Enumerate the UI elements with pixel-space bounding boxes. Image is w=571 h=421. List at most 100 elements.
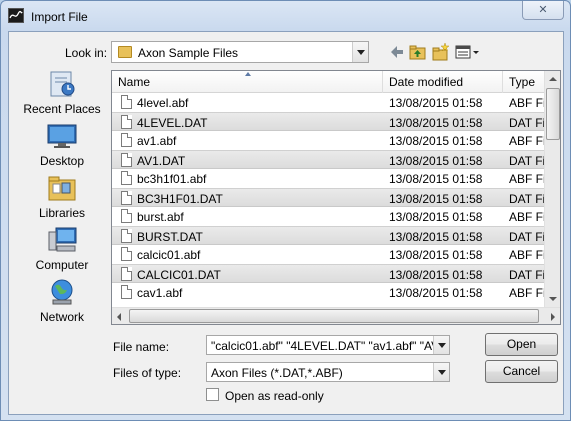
date-modified-cell: 13/08/2015 01:58	[389, 116, 483, 130]
scroll-down-icon[interactable]	[549, 297, 557, 301]
horizontal-scroll-thumb[interactable]	[129, 309, 539, 323]
window-title: Import File	[31, 10, 88, 24]
document-icon	[121, 267, 132, 281]
table-row[interactable]: cav1.abf 13/08/2015 01:58 ABF File	[112, 283, 544, 302]
date-modified-cell: 13/08/2015 01:58	[389, 230, 483, 244]
file-type-cell: DAT File	[509, 268, 544, 282]
chevron-down-icon[interactable]	[433, 336, 449, 354]
recent-places-icon	[47, 70, 77, 98]
column-header-date[interactable]: Date modified	[383, 71, 503, 93]
file-name-value[interactable]: "calcic01.abf" "4LEVEL.DAT" "av1.abf" "A…	[211, 339, 449, 353]
folder-icon	[118, 46, 132, 58]
scroll-left-icon[interactable]	[117, 313, 121, 321]
file-name-cell: CALCIC01.DAT	[137, 268, 221, 282]
place-label: Computer	[35, 258, 89, 272]
file-name-cell: AV1.DAT	[137, 154, 186, 168]
scroll-right-icon[interactable]	[551, 313, 555, 321]
place-label: Recent Places	[23, 102, 101, 116]
read-only-checkbox[interactable]	[206, 388, 219, 401]
place-computer[interactable]: Computer	[17, 226, 107, 278]
place-network[interactable]: Network	[17, 278, 107, 330]
file-type-cell: ABF File	[509, 210, 544, 224]
views-menu-icon[interactable]	[455, 42, 481, 62]
column-type-label: Type	[509, 75, 536, 89]
file-list[interactable]: Name Date modified Type 4level.abf 13/08/…	[111, 70, 561, 325]
table-row[interactable]: calcic01.abf 13/08/2015 01:58 ABF File	[112, 245, 544, 264]
date-modified-cell: 13/08/2015 01:58	[389, 286, 483, 300]
look-in-label: Look in:	[65, 46, 108, 60]
table-row[interactable]: burst.abf 13/08/2015 01:58 ABF File	[112, 207, 544, 226]
table-row[interactable]: BURST.DAT 13/08/2015 01:58 DAT File	[112, 226, 544, 245]
place-recent-places[interactable]: Recent Places	[17, 70, 107, 122]
table-row[interactable]: bc3h1f01.abf 13/08/2015 01:58 ABF File	[112, 169, 544, 188]
document-icon	[121, 209, 132, 223]
place-label: Network	[39, 310, 84, 324]
place-libraries[interactable]: Libraries	[17, 174, 107, 226]
back-icon[interactable]	[388, 42, 406, 62]
document-icon	[121, 171, 132, 185]
chevron-down-icon[interactable]	[352, 42, 368, 62]
place-desktop[interactable]: Desktop	[17, 122, 107, 174]
date-modified-cell: 13/08/2015 01:58	[389, 210, 483, 224]
table-row[interactable]: av1.abf 13/08/2015 01:58 ABF File	[112, 131, 544, 150]
sort-ascending-icon	[245, 72, 251, 76]
column-header-type[interactable]: Type	[503, 71, 544, 93]
cancel-button[interactable]: Cancel	[485, 360, 558, 383]
date-modified-cell: 13/08/2015 01:58	[389, 192, 483, 206]
file-rows: 4level.abf 13/08/2015 01:58 ABF File 4LEVEL…	[112, 93, 544, 302]
table-row[interactable]: CALCIC01.DAT 13/08/2015 01:58 DAT File	[112, 264, 544, 283]
file-name-cell: 4LEVEL.DAT	[137, 116, 208, 130]
read-only-label[interactable]: Open as read-only	[225, 389, 324, 403]
file-name-label: File name:	[113, 340, 170, 354]
date-modified-cell: 13/08/2015 01:58	[389, 96, 483, 110]
file-type-select[interactable]: Axon Files (*.DAT,*.ABF)	[206, 362, 450, 382]
dialog-body: Look in: Axon Sample Files Recent Places	[8, 31, 564, 415]
table-row[interactable]: 4level.abf 13/08/2015 01:58 ABF File	[112, 93, 544, 112]
horizontal-scrollbar[interactable]	[112, 307, 560, 324]
file-type-cell: DAT File	[509, 116, 544, 130]
document-icon	[121, 133, 132, 147]
document-icon	[121, 229, 132, 243]
look-in-value: Axon Sample Files	[138, 46, 239, 60]
file-type-cell: ABF File	[509, 134, 544, 148]
open-button[interactable]: Open	[485, 333, 558, 356]
file-name-cell: 4level.abf	[137, 96, 189, 110]
import-file-dialog: Import File ✕ Look in: Axon Sample Files	[0, 0, 571, 421]
table-row[interactable]: 4LEVEL.DAT 13/08/2015 01:58 DAT File	[112, 112, 544, 131]
document-icon	[121, 247, 132, 261]
file-name-cell: av1.abf	[137, 134, 177, 148]
document-icon	[121, 95, 132, 109]
title-bar[interactable]: Import File ✕	[1, 1, 570, 31]
file-name-field[interactable]: "calcic01.abf" "4LEVEL.DAT" "av1.abf" "A…	[206, 335, 450, 355]
app-icon	[8, 8, 24, 23]
vertical-scrollbar[interactable]	[544, 71, 560, 307]
file-list-header: Name Date modified Type	[112, 71, 544, 93]
document-icon	[121, 285, 132, 299]
chevron-down-icon[interactable]	[433, 363, 449, 381]
table-row[interactable]: AV1.DAT 13/08/2015 01:58 DAT File	[112, 150, 544, 169]
look-in-combo[interactable]: Axon Sample Files	[111, 41, 369, 63]
file-type-label: Files of type:	[113, 366, 182, 380]
file-name-cell: burst.abf	[137, 210, 184, 224]
column-name-label: Name	[118, 75, 151, 89]
date-modified-cell: 13/08/2015 01:58	[389, 172, 483, 186]
new-folder-icon[interactable]	[432, 42, 450, 62]
computer-icon	[47, 226, 77, 254]
place-label: Libraries	[38, 206, 86, 220]
libraries-icon	[47, 174, 77, 202]
document-icon	[121, 153, 132, 167]
date-modified-cell: 13/08/2015 01:58	[389, 154, 483, 168]
up-folder-icon[interactable]	[409, 42, 427, 62]
table-row[interactable]: BC3H1F01.DAT 13/08/2015 01:58 DAT File	[112, 188, 544, 207]
close-button[interactable]: ✕	[522, 1, 564, 20]
desktop-icon	[47, 122, 77, 150]
file-type-cell: DAT File	[509, 230, 544, 244]
document-icon	[121, 115, 132, 129]
vertical-scroll-thumb[interactable]	[546, 88, 560, 140]
scroll-up-icon[interactable]	[549, 77, 557, 81]
date-modified-cell: 13/08/2015 01:58	[389, 134, 483, 148]
file-name-cell: BURST.DAT	[137, 230, 203, 244]
network-icon	[47, 278, 77, 306]
file-type-cell: DAT File	[509, 154, 544, 168]
file-type-value: Axon Files (*.DAT,*.ABF)	[211, 366, 343, 380]
